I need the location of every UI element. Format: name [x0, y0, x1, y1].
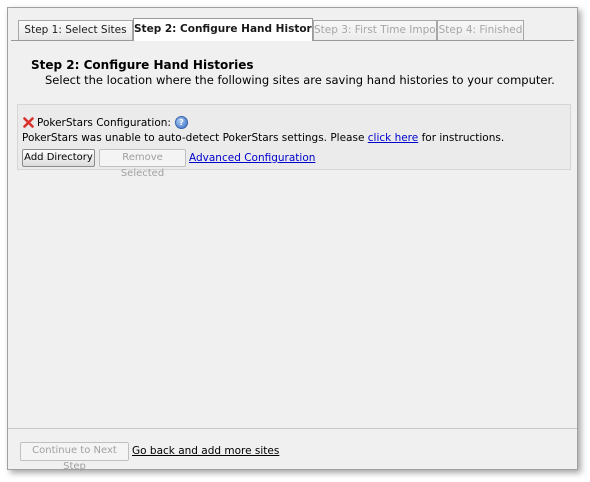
advanced-configuration-link[interactable]: Advanced Configuration — [189, 152, 315, 164]
page-title: Step 2: Configure Hand Histories — [31, 58, 254, 72]
config-header: PokerStars Configuration: ? — [23, 116, 188, 129]
message-text: PokerStars was unable to auto-detect Pok… — [22, 132, 365, 144]
back-to-sites-link[interactable]: Go back and add more sites — [132, 445, 279, 457]
instructions-link[interactable]: click here — [368, 132, 418, 144]
wizard-window: Step 1: Select Sites Step 2: Configure H… — [7, 7, 578, 472]
footer-divider — [8, 428, 577, 429]
message-text-end: for instructions. — [421, 132, 505, 144]
tab-configure-hand-histories[interactable]: Step 2: Configure Hand Histories — [133, 18, 313, 41]
tab-finished: Step 4: Finished — [437, 20, 524, 40]
tab-panel — [11, 40, 574, 428]
tab-strip: Step 1: Select Sites Step 2: Configure H… — [8, 8, 577, 41]
continue-button: Continue to Next Step — [20, 442, 129, 472]
tab-select-sites[interactable]: Step 1: Select Sites — [18, 20, 133, 40]
add-directory-button[interactable]: Add Directory — [22, 149, 95, 167]
error-x-icon — [23, 117, 34, 128]
config-title: PokerStars Configuration: — [37, 116, 171, 129]
page-description: Select the location where the following … — [45, 73, 555, 87]
remove-selected-button: Remove Selected — [99, 149, 186, 179]
help-icon[interactable]: ? — [174, 116, 188, 129]
tab-first-time-import: Step 3: First Time Import — [313, 20, 437, 40]
config-message: PokerStars was unable to auto-detect Pok… — [22, 132, 504, 144]
